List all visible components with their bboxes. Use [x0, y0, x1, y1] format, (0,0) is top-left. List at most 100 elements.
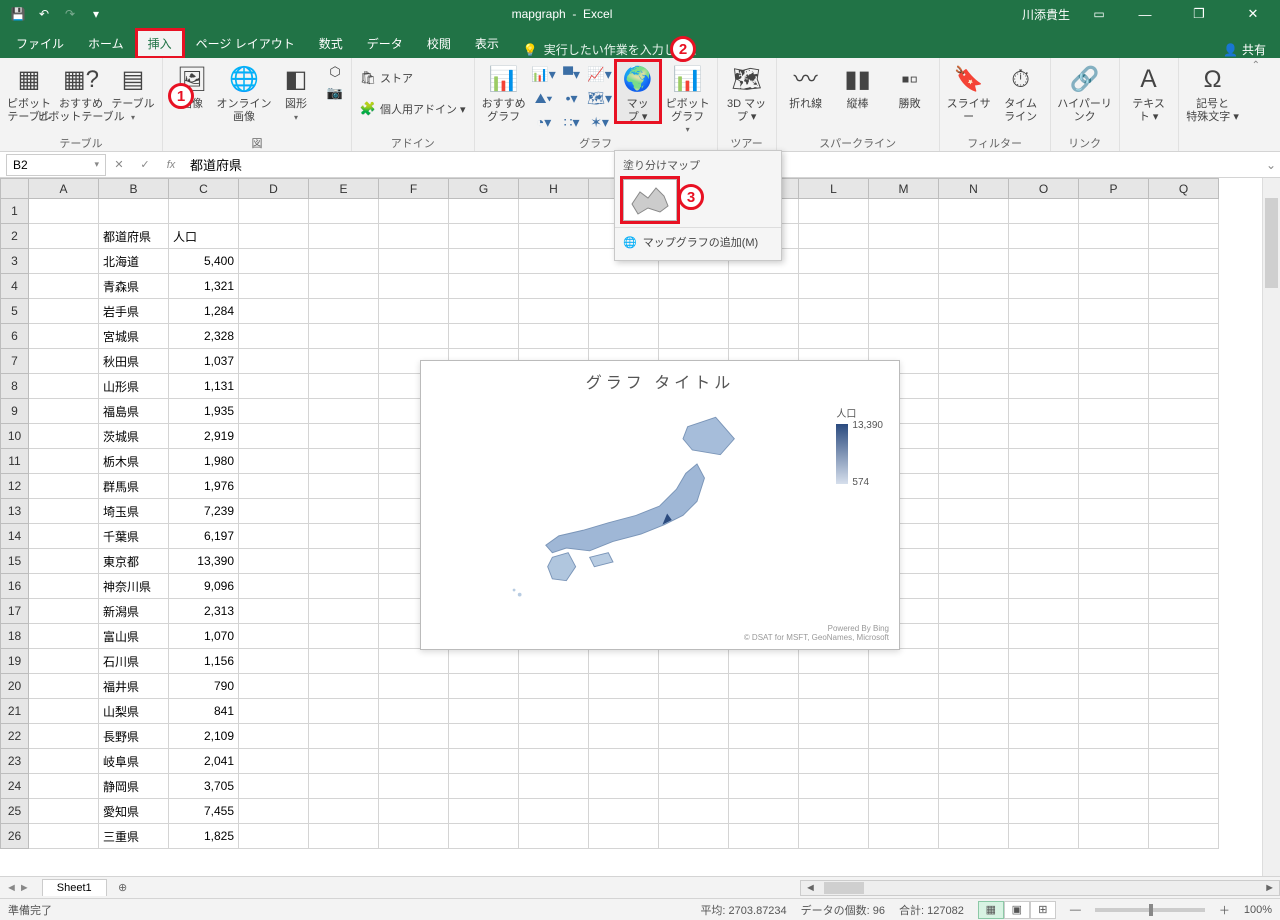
- page-break-view-button[interactable]: ⊞: [1030, 901, 1056, 919]
- tab-page-layout[interactable]: ページ レイアウト: [184, 29, 307, 58]
- callout-2: 2: [670, 36, 696, 62]
- stat-chart-icon[interactable]: •▾: [559, 87, 585, 109]
- area-chart-icon[interactable]: ⛰▾: [531, 87, 557, 109]
- tab-review[interactable]: 校閲: [415, 29, 463, 58]
- slicer-button[interactable]: 🔖スライサー: [944, 60, 994, 123]
- chart-title[interactable]: グラフ タイトル: [421, 361, 899, 393]
- omega-icon: Ω: [1197, 64, 1229, 96]
- chart-legend: 人口 13,390574: [836, 405, 883, 488]
- redo-button[interactable]: ↷: [58, 2, 82, 26]
- enter-formula-button[interactable]: ✓: [132, 158, 158, 171]
- sparkline-column-button[interactable]: ▮▮縦棒: [833, 60, 883, 111]
- column-chart-icon[interactable]: 📊▾: [531, 63, 557, 85]
- line-chart-icon[interactable]: 📈▾: [587, 63, 613, 85]
- maps-button[interactable]: 🌍マッ プ ▾: [615, 60, 661, 123]
- normal-view-button[interactable]: ▦: [978, 901, 1004, 919]
- group-charts-label: グラフ: [479, 135, 713, 151]
- undo-button[interactable]: ↶: [32, 2, 56, 26]
- page-layout-view-button[interactable]: ▣: [1004, 901, 1030, 919]
- status-bar: 準備完了 平均: 2703.87234 データの個数: 96 合計: 12708…: [0, 898, 1280, 920]
- globe-small-icon: 🌐: [623, 236, 637, 249]
- map-chart[interactable]: グラフ タイトル 人口 13,390574 Powered By Bing © …: [420, 360, 900, 650]
- sheet-tab-sheet1[interactable]: Sheet1: [42, 879, 107, 896]
- close-button[interactable]: ✕: [1230, 0, 1276, 28]
- sheet-nav-prev[interactable]: ◄: [6, 882, 17, 894]
- status-ready: 準備完了: [8, 902, 52, 918]
- zoom-level[interactable]: 100%: [1244, 904, 1272, 916]
- restore-button[interactable]: ❐: [1176, 0, 1222, 28]
- group-illustrations-label: 図: [167, 135, 347, 151]
- name-box[interactable]: B2▾: [6, 154, 106, 176]
- table-button[interactable]: ▤テーブル▾: [108, 60, 158, 122]
- text-icon: Ａ: [1133, 64, 1165, 96]
- view-buttons[interactable]: ▦ ▣ ⊞: [978, 901, 1056, 919]
- shapes-icon: ◧: [280, 64, 312, 96]
- window-title: mapgraph - Excel: [108, 7, 1016, 21]
- screenshot-icon: 📷: [327, 85, 343, 101]
- ribbon-options-icon[interactable]: ▭: [1084, 7, 1114, 21]
- slicer-icon: 🔖: [953, 64, 985, 96]
- smartart-icon: ⬡: [327, 64, 343, 80]
- shapes-button[interactable]: ◧図形▾: [271, 60, 321, 122]
- maps-dropdown-header: 塗り分けマップ: [615, 155, 781, 177]
- pie-chart-icon[interactable]: ◔▾: [531, 111, 557, 133]
- ribbon-tabs: ファイル ホーム 挿入 ページ レイアウト 数式 データ 校閲 表示 💡 実行し…: [0, 28, 1280, 58]
- 3d-map-button[interactable]: 🗺3D マッ プ ▾: [722, 60, 772, 123]
- tab-data[interactable]: データ: [355, 29, 415, 58]
- save-button[interactable]: 💾: [6, 2, 30, 26]
- scatter-chart-icon[interactable]: ∷▾: [559, 111, 585, 133]
- pivotchart-icon: 📊: [672, 64, 704, 96]
- combo-chart-icon[interactable]: 🗺▾: [587, 87, 613, 109]
- pivot-icon: ▦: [13, 64, 45, 96]
- surface-chart-icon[interactable]: ✶▾: [587, 111, 613, 133]
- addin-icon: 🧩: [360, 101, 376, 117]
- group-links-label: リンク: [1055, 135, 1115, 151]
- store-icon: 🛍: [360, 70, 376, 86]
- group-sparklines-label: スパークライン: [781, 135, 935, 151]
- text-button[interactable]: Ａテキス ト ▾: [1124, 60, 1174, 123]
- status-count: データの個数: 96: [801, 902, 885, 918]
- sparkline-line-button[interactable]: 〰折れ線: [781, 60, 831, 111]
- bar-chart-icon[interactable]: ▀▾: [559, 63, 585, 85]
- store-button[interactable]: 🛍ストア: [356, 68, 470, 88]
- rec-pivot-icon: ▦?: [65, 64, 97, 96]
- cancel-formula-button[interactable]: ✕: [106, 158, 132, 171]
- smartart-button[interactable]: ⬡: [323, 62, 347, 82]
- sparkline-winloss-button[interactable]: ▪▫勝敗: [885, 60, 935, 111]
- tab-formulas[interactable]: 数式: [307, 29, 355, 58]
- hyperlink-button[interactable]: 🔗ハイパーリンク: [1055, 60, 1115, 123]
- my-addins-button[interactable]: 🧩個人用アドイン ▾: [356, 99, 470, 119]
- expand-formula-button[interactable]: ⌄: [1262, 158, 1280, 172]
- timeline-button[interactable]: ⏱タイム ライン: [996, 60, 1046, 123]
- tab-home[interactable]: ホーム: [76, 29, 136, 58]
- tab-view[interactable]: 表示: [463, 29, 511, 58]
- new-sheet-button[interactable]: ⊕: [113, 881, 133, 894]
- vertical-scrollbar[interactable]: [1262, 178, 1280, 876]
- chart-type-gallery[interactable]: 📊▾▀▾📈▾ ⛰▾•▾🗺▾ ◔▾∷▾✶▾: [531, 60, 613, 133]
- tab-file[interactable]: ファイル: [4, 29, 76, 58]
- horizontal-scrollbar[interactable]: ◄►: [800, 880, 1280, 896]
- fx-button[interactable]: fx: [158, 159, 184, 171]
- sheet-nav-next[interactable]: ►: [19, 882, 30, 894]
- worksheet-grid[interactable]: ABCDEFGHIJKLMNOPQ12都道府県人口3北海道5,4004青森県1,…: [0, 178, 1280, 876]
- share-button[interactable]: 👤 共有: [1209, 41, 1280, 58]
- pivot-chart-button[interactable]: 📊ピボットグラフ▾: [663, 60, 713, 134]
- symbols-button[interactable]: Ω記号と 特殊文字 ▾: [1183, 60, 1243, 123]
- title-bar: 💾 ↶ ↷ ▾ mapgraph - Excel 川添貴生 ▭ — ❐ ✕: [0, 0, 1280, 28]
- filled-map-option[interactable]: [623, 179, 677, 221]
- customize-qat-button[interactable]: ▾: [84, 2, 108, 26]
- online-pictures-button[interactable]: 🌐オンライン 画像: [219, 60, 269, 123]
- callout-3: 3: [678, 184, 704, 210]
- zoom-out-button[interactable]: —: [1070, 904, 1081, 916]
- tab-insert[interactable]: 挿入: [136, 29, 184, 58]
- collapse-ribbon-button[interactable]: ⌃: [1250, 58, 1262, 73]
- minimize-button[interactable]: —: [1122, 0, 1168, 28]
- add-map-charts-button[interactable]: 🌐マップグラフの追加(M): [615, 227, 781, 256]
- chart-icon: 📊: [488, 64, 520, 96]
- recommended-charts-button[interactable]: 📊おすすめ グラフ: [479, 60, 529, 123]
- screenshot-button[interactable]: 📷: [323, 83, 347, 103]
- zoom-slider[interactable]: [1095, 908, 1205, 912]
- spark-col-icon: ▮▮: [842, 64, 874, 96]
- recommended-pivot-button[interactable]: ▦?おすすめ ピボットテーブル: [56, 60, 106, 123]
- zoom-in-button[interactable]: ＋: [1219, 902, 1230, 918]
